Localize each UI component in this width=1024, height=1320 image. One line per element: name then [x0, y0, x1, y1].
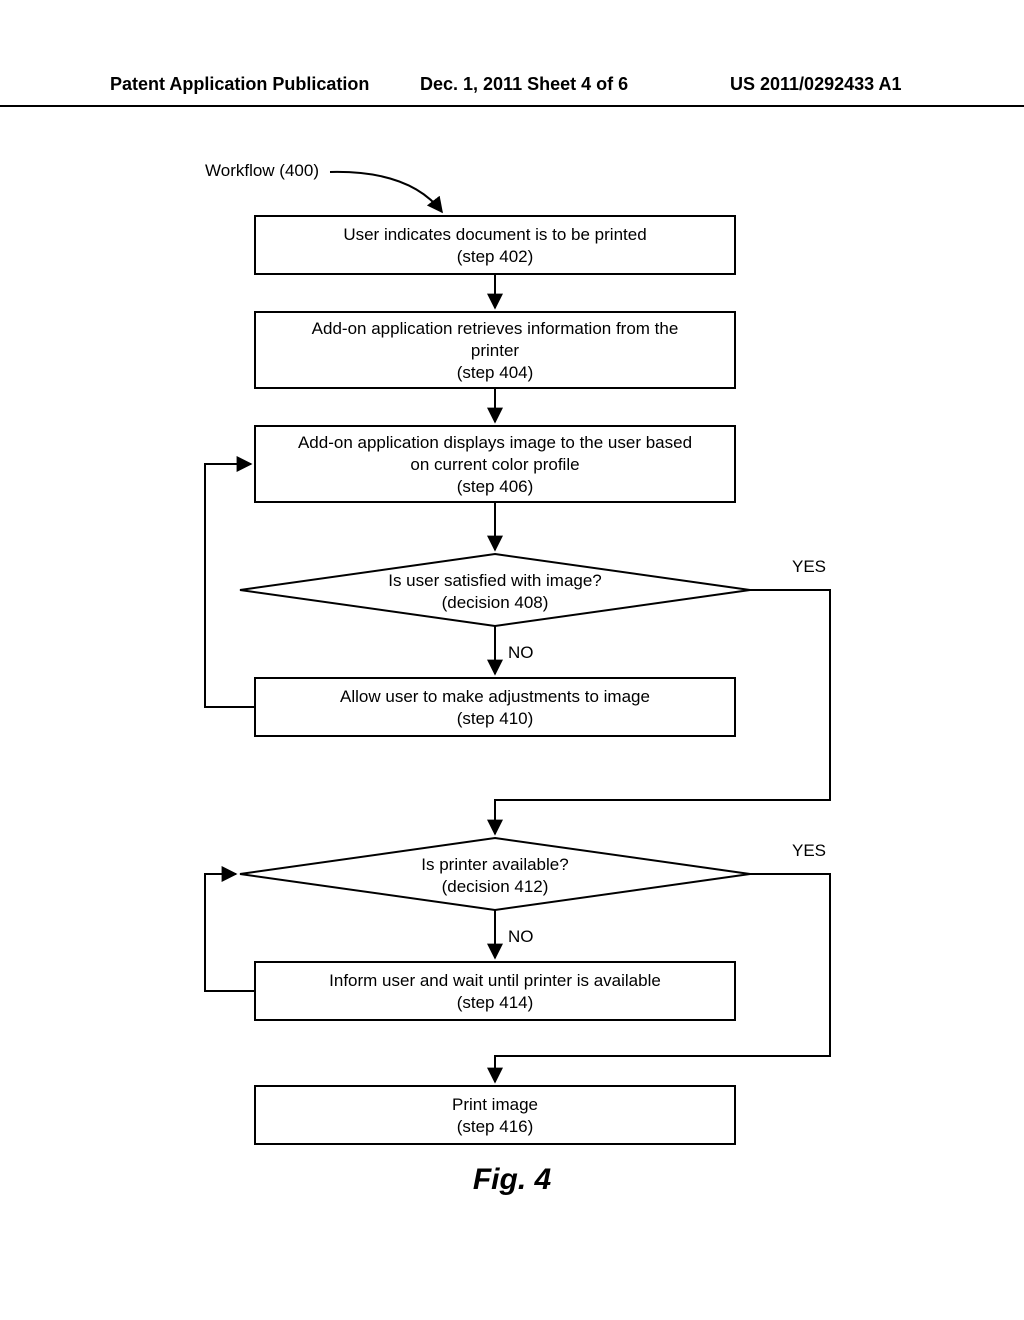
d412-no-label: NO [508, 927, 534, 946]
decision-408-l2: (decision 408) [442, 593, 549, 612]
step-406-l1: Add-on application displays image to the… [298, 433, 692, 452]
step-404-l2: printer [471, 341, 520, 360]
step-414-l1: Inform user and wait until printer is av… [329, 971, 661, 990]
step-402-l2: (step 402) [457, 247, 534, 266]
d412-yes-label: YES [792, 841, 826, 860]
figure-caption: Fig. 4 [0, 1163, 1024, 1197]
step-404-l1: Add-on application retrieves information… [312, 319, 679, 338]
step-410-l1: Allow user to make adjustments to image [340, 687, 650, 706]
step-414-l2: (step 414) [457, 993, 534, 1012]
flowchart: Workflow (400) User indicates document i… [0, 0, 1024, 1320]
decision-412 [240, 838, 750, 910]
step-402-l1: User indicates document is to be printed [343, 225, 646, 244]
step-416-l2: (step 416) [457, 1117, 534, 1136]
decision-412-l1: Is printer available? [421, 855, 568, 874]
decision-412-l2: (decision 412) [442, 877, 549, 896]
step-406-l3: (step 406) [457, 477, 534, 496]
d408-no-label: NO [508, 643, 534, 662]
step-410-l2: (step 410) [457, 709, 534, 728]
decision-408 [240, 554, 750, 626]
step-406-l2: on current color profile [410, 455, 579, 474]
page: Patent Application Publication Dec. 1, 2… [0, 0, 1024, 1320]
decision-408-l1: Is user satisfied with image? [388, 571, 602, 590]
workflow-label: Workflow (400) [205, 161, 319, 180]
step-404-l3: (step 404) [457, 363, 534, 382]
d408-yes-label: YES [792, 557, 826, 576]
step-416-l1: Print image [452, 1095, 538, 1114]
